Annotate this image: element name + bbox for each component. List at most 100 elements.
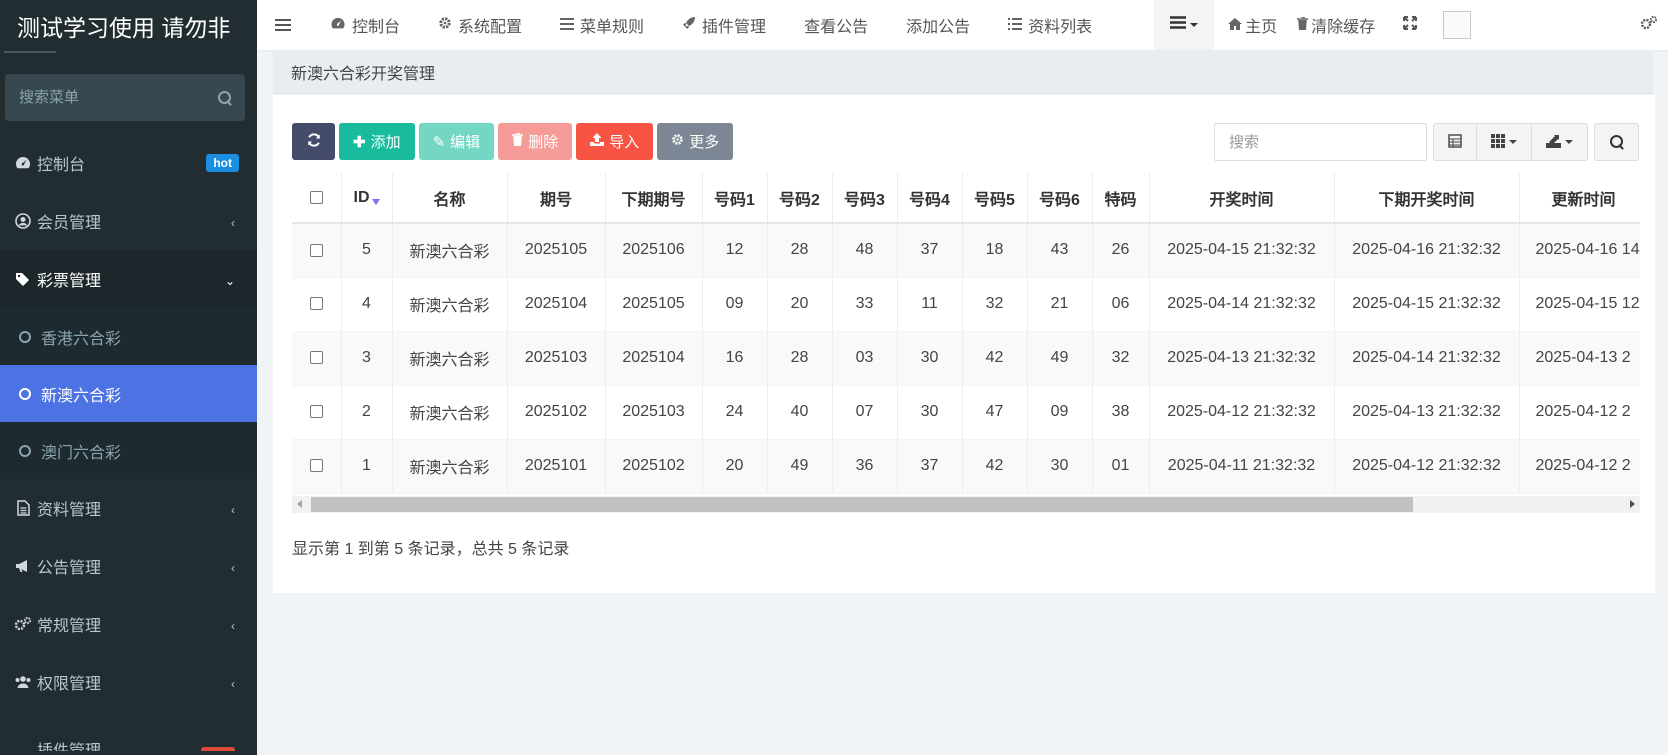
sidebar-item-lottery[interactable]: 彩票管理 ⌄	[0, 250, 257, 308]
user-circle-icon	[13, 213, 33, 229]
scrollbar-thumb[interactable]	[311, 497, 1413, 512]
row-checkbox[interactable]	[309, 243, 323, 257]
edit-button[interactable]: ✎ 编辑	[418, 123, 495, 160]
sidebar-item-members[interactable]: 会员管理 ‹	[0, 192, 257, 250]
nav-more-dropdown[interactable]	[1154, 0, 1215, 50]
sidebar-subitem-macau[interactable]: 澳门六合彩	[0, 422, 257, 479]
chevron-left-icon: ‹	[231, 561, 235, 575]
table-toolbar: ✚ 添加 ✎ 编辑 删除 导入 更多	[292, 123, 734, 160]
nav-plugin-management[interactable]: 插件管理	[663, 0, 785, 50]
table-cell: 2025106	[605, 223, 703, 278]
file-text-icon	[13, 500, 33, 516]
table-row[interactable]: 2 新澳六合彩 2025102 2025103 24 40 07 30 47 09 38 2025-0…	[292, 385, 1640, 440]
table-cell: 16	[702, 331, 768, 386]
table-cell: 新澳六合彩	[392, 439, 508, 494]
sidebar-item-announcements[interactable]: 公告管理 ‹	[0, 537, 257, 595]
toggle-view-button[interactable]	[1434, 124, 1477, 160]
sidebar-item-permissions[interactable]: 权限管理 ‹	[0, 653, 257, 711]
sidebar-item-general[interactable]: 常规管理 ‹	[0, 595, 257, 653]
nav-add-announcement[interactable]: 添加公告	[887, 0, 989, 50]
nav-dashboard[interactable]: 控制台	[311, 0, 419, 50]
brand-title[interactable]: 测试学习使用 请勿非	[0, 0, 257, 51]
fullscreen-button[interactable]	[1389, 0, 1431, 50]
table-row[interactable]: 5 新澳六合彩 2025105 2025106 12 28 48 37 18 43 26 2025-0…	[292, 223, 1640, 278]
scroll-right-icon[interactable]	[1630, 500, 1635, 508]
table-cell: 2025-04-14 21:32:32	[1149, 277, 1335, 332]
row-select-cell	[292, 385, 342, 440]
sidebar-item-dashboard[interactable]: 控制台 hot	[0, 134, 257, 192]
table-cell: 24	[702, 385, 768, 440]
sidebar-item-label: 控制台	[37, 157, 86, 174]
caret-down-icon	[1565, 140, 1573, 144]
user-avatar[interactable]	[1443, 11, 1472, 39]
row-select-cell	[292, 439, 342, 494]
sort-desc-icon[interactable]	[371, 198, 380, 205]
export-dropdown-button[interactable]	[1532, 124, 1587, 160]
nav-clear-cache[interactable]: 清除缓存	[1291, 0, 1389, 50]
sidebar-search-input[interactable]	[19, 89, 218, 106]
gear-icon	[438, 16, 452, 34]
table-cell: 2025-04-12 2	[1519, 385, 1640, 440]
sidebar-item-label: 资料管理	[37, 502, 102, 519]
add-button[interactable]: ✚ 添加	[339, 123, 415, 160]
refresh-button[interactable]	[292, 123, 335, 160]
sidebar-item-label: 插件管理	[37, 737, 101, 751]
search-icon[interactable]	[218, 90, 231, 105]
row-select-cell	[292, 331, 342, 386]
button-label: 编辑	[450, 134, 481, 151]
sidebar-subitem-hk[interactable]: 香港六合彩	[0, 308, 257, 365]
sidebar-item-plugins[interactable]: 插件管理	[0, 711, 257, 751]
subitem-label: 新澳六合彩	[41, 387, 122, 405]
table-search-input[interactable]	[1214, 123, 1427, 161]
nav-home[interactable]: 主页	[1214, 0, 1291, 50]
nav-system-config[interactable]: 系统配置	[419, 0, 541, 50]
table-row[interactable]: 3 新澳六合彩 2025103 2025104 16 28 03 30 42 49 32 2025-0…	[292, 331, 1640, 386]
pagination-info: 显示第 1 到第 5 条记录，总共 5 条记录	[292, 541, 570, 558]
chevron-down-icon: ⌄	[224, 274, 235, 288]
more-button[interactable]: 更多	[657, 123, 734, 160]
delete-button[interactable]: 删除	[498, 123, 573, 160]
column-header: 开奖时间	[1149, 173, 1335, 224]
nav-view-announcements[interactable]: 查看公告	[785, 0, 887, 50]
data-table: ID 名称 期号 下期期号 号码1 号码2 号码3 号码4 号码5 号码6 特码…	[292, 173, 1640, 494]
table-cell: 40	[767, 385, 833, 440]
sidebar-toggle-button[interactable]	[257, 0, 311, 50]
select-all-checkbox[interactable]	[309, 190, 323, 204]
nav-materials-list[interactable]: 资料列表	[989, 0, 1111, 50]
row-checkbox[interactable]	[309, 351, 323, 365]
columns-dropdown-button[interactable]	[1477, 124, 1532, 160]
nav-label: 系统配置	[458, 19, 523, 36]
advanced-search-button[interactable]	[1594, 123, 1639, 161]
table-cell: 2025-04-15 21:32:32	[1334, 277, 1520, 332]
nav-label: 主页	[1245, 19, 1278, 36]
table-row[interactable]: 4 新澳六合彩 2025104 2025105 09 20 33 11 32 21 06 2025-0…	[292, 277, 1640, 332]
gears-icon	[13, 616, 33, 632]
table-cell: 28	[767, 223, 833, 278]
horizontal-scrollbar[interactable]	[292, 496, 1640, 513]
circle-icon	[19, 444, 31, 457]
column-header: 特码	[1092, 173, 1150, 224]
table-cell: 2025-04-13 21:32:32	[1334, 385, 1520, 440]
users-icon	[13, 674, 33, 690]
sidebar-subitem-new-macau[interactable]: 新澳六合彩	[0, 365, 257, 422]
hamburger-icon	[275, 19, 291, 31]
settings-button[interactable]	[1640, 0, 1668, 50]
lottery-submenu: 香港六合彩 新澳六合彩 澳门六合彩	[0, 308, 257, 479]
trash-icon	[512, 132, 524, 150]
scroll-left-icon[interactable]	[297, 500, 302, 508]
sidebar-item-materials[interactable]: 资料管理 ‹	[0, 479, 257, 537]
table-cell: 2025105	[605, 277, 703, 332]
table-view-icon	[1448, 133, 1462, 151]
row-checkbox[interactable]	[309, 297, 323, 311]
column-header-id[interactable]: ID	[341, 173, 393, 224]
table-row[interactable]: 1 新澳六合彩 2025101 2025102 20 49 36 37 42 30 01 2025-0…	[292, 439, 1640, 494]
row-checkbox[interactable]	[309, 459, 323, 473]
row-checkbox[interactable]	[309, 405, 323, 419]
subitem-label: 澳门六合彩	[41, 444, 122, 462]
sidebar-item-label: 权限管理	[37, 676, 102, 693]
table-cell: 21	[1027, 277, 1093, 332]
column-header: 号码6	[1027, 173, 1093, 224]
nav-menu-rules[interactable]: 菜单规则	[541, 0, 663, 50]
table-cell: 30	[1027, 439, 1093, 494]
import-button[interactable]: 导入	[576, 123, 654, 160]
